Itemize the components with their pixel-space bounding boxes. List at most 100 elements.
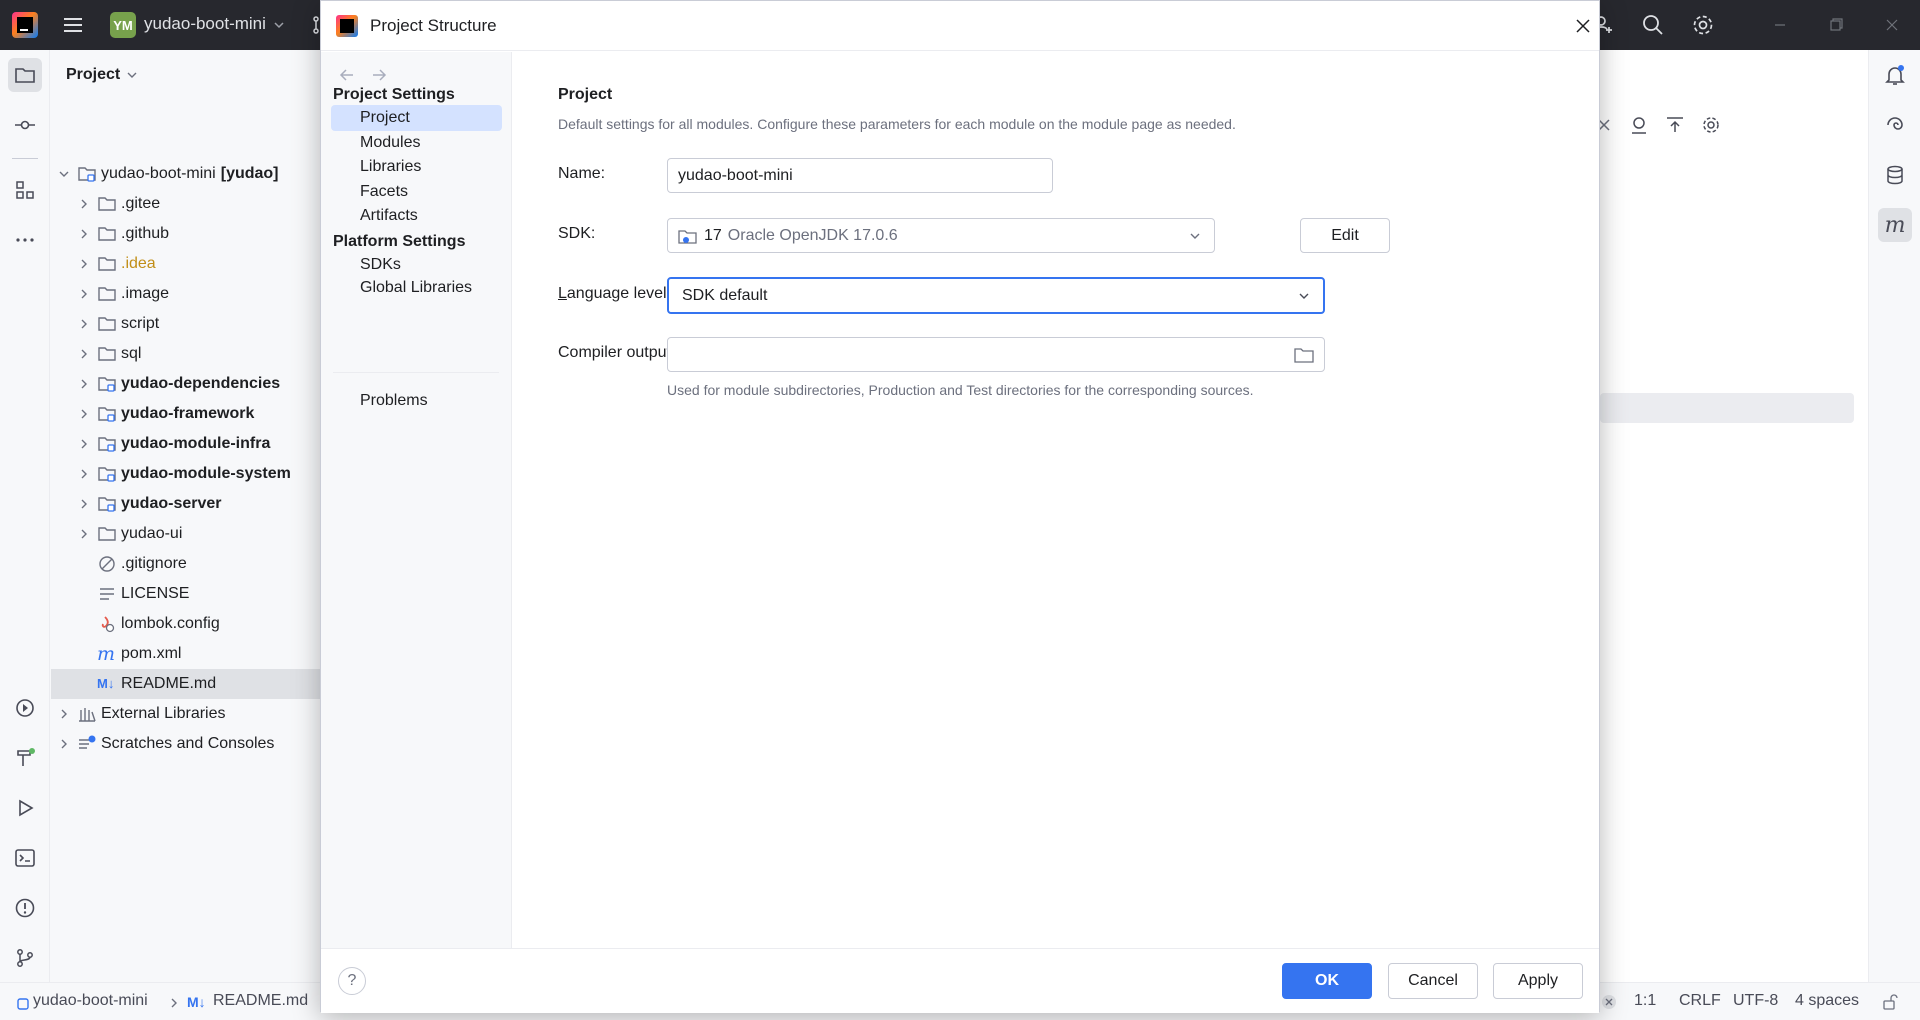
settings-icon[interactable]	[1701, 115, 1721, 135]
dialog-content: Project Default settings for all modules…	[513, 52, 1599, 948]
close-dialog-icon[interactable]	[1571, 14, 1595, 38]
lock-icon[interactable]	[1882, 994, 1898, 1015]
git-icon[interactable]	[8, 941, 42, 975]
edit-sdk-button[interactable]: Edit	[1300, 218, 1390, 253]
structure-icon[interactable]	[8, 173, 42, 207]
chevron-right-icon[interactable]	[77, 527, 91, 541]
project-name-field[interactable]: yudao-boot-mini	[667, 158, 1053, 193]
line-separator[interactable]: CRLF	[1679, 992, 1721, 1010]
apply-button[interactable]: Apply	[1493, 963, 1583, 999]
chevron-right-icon[interactable]	[77, 437, 91, 451]
back-arrow-icon[interactable]	[337, 65, 357, 85]
project-badge[interactable]: YM	[110, 12, 136, 38]
tree-item[interactable]: .idea	[51, 249, 321, 279]
tree-item[interactable]: .github	[51, 219, 321, 249]
nav-item-project[interactable]: Project	[331, 105, 502, 131]
tree-item[interactable]: lombok.config	[51, 609, 321, 639]
nav-item-facets[interactable]: Facets	[331, 179, 502, 205]
more-tools-icon[interactable]	[8, 223, 42, 257]
search-icon[interactable]	[1628, 0, 1678, 50]
tree-item[interactable]: yudao-module-infra	[51, 429, 321, 459]
collapse-all-icon[interactable]	[1665, 115, 1685, 135]
tree-item[interactable]: .gitignore	[51, 549, 321, 579]
find-usages-icon[interactable]	[1629, 115, 1649, 135]
chevron-right-icon[interactable]	[77, 257, 91, 271]
project-tool-icon[interactable]	[8, 58, 42, 92]
nav-item-sdks[interactable]: SDKs	[331, 252, 502, 278]
chevron-right-icon[interactable]	[57, 707, 71, 721]
chevron-right-icon[interactable]	[77, 227, 91, 241]
tree-item[interactable]: LICENSE	[51, 579, 321, 609]
nav-item-libraries[interactable]: Libraries	[331, 154, 502, 180]
panel-title: Project	[66, 66, 121, 83]
commit-icon[interactable]	[8, 108, 42, 142]
tree-item[interactable]: Scratches and Consoles	[51, 729, 321, 759]
tree-item[interactable]: yudao-module-system	[51, 459, 321, 489]
maven-icon[interactable]: m	[1878, 208, 1912, 242]
chevron-down-icon[interactable]	[57, 167, 71, 181]
chevron-right-icon[interactable]	[77, 497, 91, 511]
services-icon[interactable]	[8, 691, 42, 725]
tree-item[interactable]: yudao-dependencies	[51, 369, 321, 399]
chevron-right-icon[interactable]	[77, 377, 91, 391]
database-icon[interactable]	[1878, 158, 1912, 192]
close-window-icon[interactable]	[1864, 0, 1920, 50]
chevron-down-icon[interactable]	[272, 18, 286, 32]
sdk-dropdown[interactable]: 17 Oracle OpenJDK 17.0.6	[667, 218, 1215, 253]
ok-button[interactable]: OK	[1282, 963, 1372, 999]
sdk-label: SDK:	[558, 225, 596, 242]
minimize-icon[interactable]	[1752, 0, 1808, 50]
breadcrumb-project[interactable]: yudao-boot-mini	[33, 992, 148, 1010]
chevron-right-icon[interactable]	[77, 287, 91, 301]
chevron-right-icon[interactable]	[77, 467, 91, 481]
run-icon[interactable]	[8, 791, 42, 825]
breadcrumb-file[interactable]: README.md	[213, 992, 308, 1010]
gear-icon[interactable]	[1678, 0, 1728, 50]
browse-folder-icon[interactable]	[1294, 346, 1314, 364]
tree-item[interactable]: script	[51, 309, 321, 339]
notifications-icon[interactable]	[1878, 58, 1912, 92]
nav-group-header: Platform Settings	[333, 232, 466, 250]
project-view-selector[interactable]: Project	[66, 66, 138, 84]
tree-item-label: yudao-module-system	[121, 465, 291, 482]
language-level-dropdown[interactable]: SDK default	[667, 277, 1325, 314]
ai-assistant-icon[interactable]	[1878, 108, 1912, 142]
nav-item-artifacts[interactable]: Artifacts	[331, 203, 502, 229]
build-icon[interactable]	[8, 741, 42, 775]
restore-icon[interactable]	[1808, 0, 1864, 50]
tree-item[interactable]: yudao-ui	[51, 519, 321, 549]
cancel-button[interactable]: Cancel	[1388, 963, 1478, 999]
chevron-right-icon[interactable]	[77, 317, 91, 331]
hamburger-menu-icon[interactable]	[62, 14, 84, 36]
tree-item[interactable]: m pom.xml	[51, 639, 321, 669]
forward-arrow-icon[interactable]	[369, 65, 389, 85]
tree-item[interactable]: M↓ README.md	[51, 669, 321, 699]
chevron-right-icon[interactable]	[77, 197, 91, 211]
dialog-title: Project Structure	[370, 16, 497, 35]
tree-item[interactable]: yudao-framework	[51, 399, 321, 429]
folder-icon	[97, 194, 117, 214]
tree-item[interactable]: .image	[51, 279, 321, 309]
nav-item-problems[interactable]: Problems	[331, 388, 502, 414]
compiler-output-field[interactable]	[667, 337, 1325, 372]
close-icon[interactable]	[1601, 994, 1617, 1015]
tree-item[interactable]: External Libraries	[51, 699, 321, 729]
chevron-right-icon[interactable]	[77, 407, 91, 421]
indent-setting[interactable]: 4 spaces	[1795, 992, 1859, 1010]
nav-item-modules[interactable]: Modules	[331, 130, 502, 156]
tree-item[interactable]: yudao-boot-mini [yudao]	[51, 159, 321, 189]
terminal-icon[interactable]	[8, 841, 42, 875]
help-button[interactable]: ?	[338, 967, 366, 995]
jdk-folder-icon	[678, 229, 697, 244]
tree-item[interactable]: .gitee	[51, 189, 321, 219]
nav-item-global-libraries[interactable]: Global Libraries	[331, 275, 502, 301]
tree-item[interactable]: yudao-server	[51, 489, 321, 519]
chevron-right-icon[interactable]	[57, 737, 71, 751]
caret-position[interactable]: 1:1	[1634, 992, 1656, 1010]
file-encoding[interactable]: UTF-8	[1733, 992, 1778, 1010]
problems-icon[interactable]	[8, 891, 42, 925]
tree-item[interactable]: sql	[51, 339, 321, 369]
project-name[interactable]: yudao-boot-mini	[144, 14, 266, 34]
chevron-right-icon[interactable]	[77, 347, 91, 361]
